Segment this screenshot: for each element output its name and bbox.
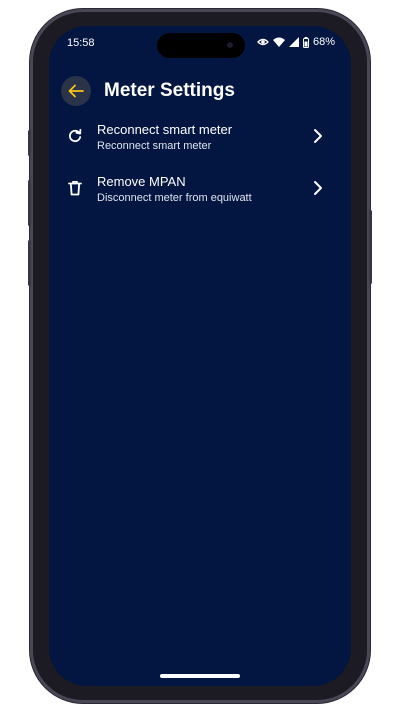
arrow-left-icon bbox=[68, 84, 84, 98]
volume-up-button bbox=[28, 180, 31, 226]
refresh-icon bbox=[69, 128, 82, 143]
back-button[interactable] bbox=[61, 76, 91, 106]
battery-icon bbox=[302, 36, 309, 48]
remove-mpan-subtitle: Disconnect meter from equiwatt bbox=[97, 192, 252, 204]
remove-mpan-text-block: Remove MPAN Disconnect meter from equiwa… bbox=[97, 174, 301, 205]
chevron-right-icon bbox=[314, 129, 322, 143]
reconnect-title: Reconnect smart meter bbox=[97, 122, 233, 137]
wifi-icon bbox=[272, 37, 285, 47]
reconnect-text-block: Reconnect smart meter Reconnect smart me… bbox=[97, 122, 301, 153]
phone-frame: 15:58 68% Meter Settings Reconnect smart… bbox=[28, 12, 372, 700]
home-indicator[interactable] bbox=[160, 674, 240, 678]
reconnect-smart-meter-item[interactable]: Reconnect smart meter Reconnect smart me… bbox=[49, 118, 351, 170]
signal-icon bbox=[288, 37, 299, 47]
page-title: Meter Settings bbox=[104, 80, 235, 101]
power-button bbox=[369, 210, 372, 284]
eye-icon bbox=[256, 38, 269, 46]
front-camera bbox=[227, 42, 233, 48]
remove-mpan-title: Remove MPAN bbox=[97, 174, 186, 189]
chevron-right-icon bbox=[314, 181, 322, 195]
status-time: 15:58 bbox=[67, 37, 95, 49]
trash-icon bbox=[68, 181, 82, 196]
status-icons: 68% bbox=[256, 36, 335, 48]
status-bar: 15:58 68% bbox=[49, 26, 351, 58]
dynamic-island bbox=[157, 33, 245, 58]
app-header: Meter Settings bbox=[49, 76, 351, 108]
mute-switch bbox=[28, 130, 31, 156]
battery-percent: 68% bbox=[312, 36, 335, 48]
reconnect-subtitle: Reconnect smart meter bbox=[97, 140, 212, 152]
settings-list: Reconnect smart meter Reconnect smart me… bbox=[49, 118, 351, 222]
app-screen: 15:58 68% Meter Settings Reconnect smart… bbox=[49, 26, 351, 686]
volume-down-button bbox=[28, 240, 31, 286]
remove-mpan-item[interactable]: Remove MPAN Disconnect meter from equiwa… bbox=[49, 170, 351, 222]
